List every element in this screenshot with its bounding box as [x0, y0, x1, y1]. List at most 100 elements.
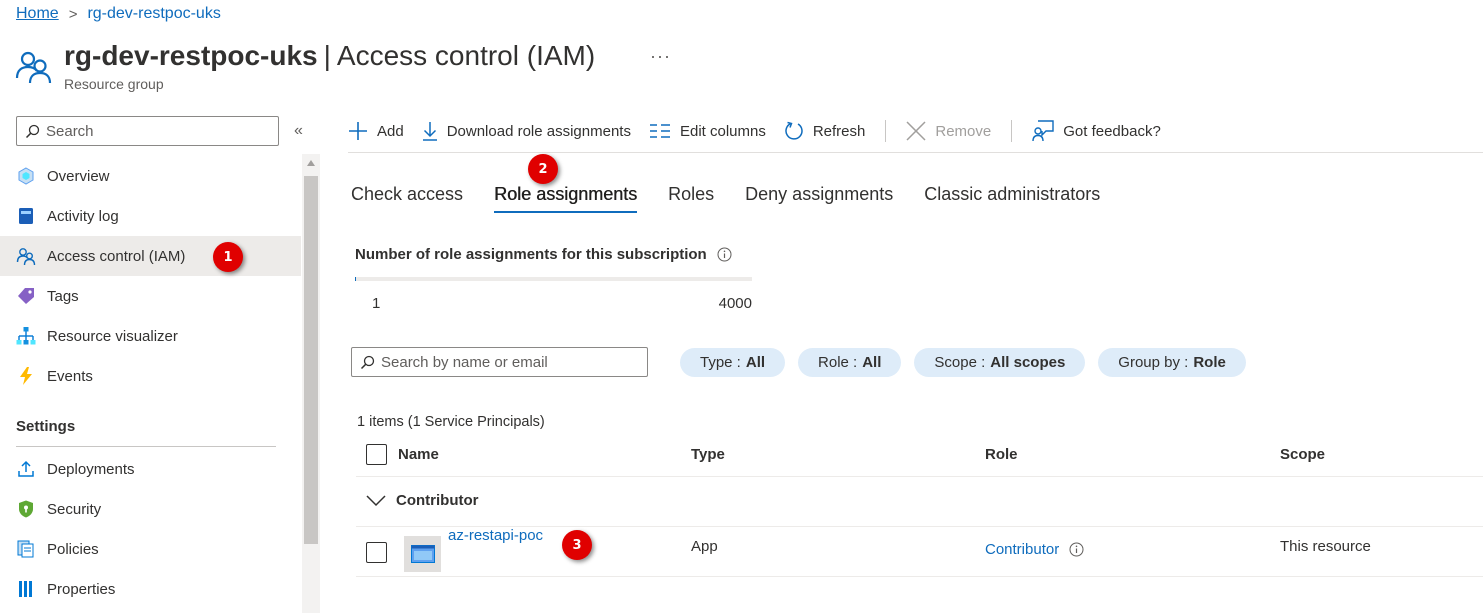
annotation-badge-3: 3 — [562, 530, 592, 560]
policy-icon — [16, 539, 36, 559]
sidebar-menu: Overview Activity log Access control (IA… — [0, 156, 301, 609]
tab-bar: Check access Role assignments Roles Deny… — [351, 184, 1131, 213]
properties-icon — [16, 579, 36, 599]
tab-check-access[interactable]: Check access — [351, 184, 463, 213]
column-header-name[interactable]: Name — [398, 446, 439, 463]
sidebar-item-label: Properties — [47, 580, 116, 598]
remove-button[interactable]: Remove — [906, 121, 991, 141]
activity-log-icon — [16, 206, 36, 226]
sidebar-divider — [16, 446, 276, 447]
sidebar: Search « Overview Activity log Access co… — [0, 108, 322, 613]
role-assignments-table: Name Type Role Scope Contributor az-rest… — [356, 432, 1483, 577]
lightning-icon — [16, 366, 36, 386]
feedback-button[interactable]: Got feedback? — [1032, 120, 1161, 142]
page-subtitle: Resource group — [64, 76, 164, 92]
role-filter-pill[interactable]: Role : All — [798, 348, 902, 377]
group-header-contributor[interactable]: Contributor — [366, 492, 478, 509]
sidebar-item-label: Deployments — [47, 460, 135, 478]
items-count: 1 items (1 Service Principals) — [357, 414, 545, 430]
type-filter-pill[interactable]: Type : All — [680, 348, 786, 377]
sidebar-item-security[interactable]: Security — [0, 489, 301, 529]
role-assignment-progress-bar — [355, 277, 752, 281]
more-options-button[interactable]: ··· — [650, 46, 671, 67]
sidebar-item-deployments[interactable]: Deployments — [0, 449, 301, 489]
page-header: rg-dev-restpoc-uks | Access control (IAM) … — [14, 38, 595, 92]
upload-icon — [16, 459, 36, 479]
chevron-down-icon — [366, 494, 386, 506]
table-group-row[interactable]: Contributor — [356, 477, 1483, 527]
column-header-scope[interactable]: Scope — [1280, 446, 1325, 463]
sidebar-item-resource-visualizer[interactable]: Resource visualizer — [0, 316, 301, 356]
search-placeholder: Search by name or email — [381, 353, 548, 371]
add-button[interactable]: Add — [348, 121, 404, 141]
sidebar-item-activity-log[interactable]: Activity log — [0, 196, 301, 236]
visualizer-icon — [16, 326, 36, 346]
refresh-button[interactable]: Refresh — [784, 121, 866, 141]
tag-icon — [16, 286, 36, 306]
sidebar-item-access-control[interactable]: Access control (IAM) 1 — [0, 236, 301, 276]
search-icon — [25, 124, 40, 138]
breadcrumb-home-link[interactable]: Home — [16, 5, 59, 23]
sidebar-item-label: Events — [47, 367, 93, 385]
role-link[interactable]: Contributor — [985, 541, 1059, 558]
sidebar-search-input[interactable]: Search — [16, 116, 279, 146]
info-icon[interactable] — [1069, 542, 1084, 557]
sidebar-item-label: Policies — [47, 540, 99, 558]
edit-columns-button[interactable]: Edit columns — [649, 123, 766, 140]
info-icon[interactable] — [717, 247, 732, 262]
sidebar-search-placeholder: Search — [46, 122, 94, 140]
annotation-badge-1: 1 — [213, 242, 243, 272]
row-checkbox[interactable] — [366, 542, 387, 563]
group-by-pill[interactable]: Group by : Role — [1098, 348, 1246, 377]
command-bar: Add Download role assignments Edit colum… — [348, 110, 1483, 153]
feedback-icon — [1032, 120, 1054, 142]
sidebar-item-tags[interactable]: Tags — [0, 276, 301, 316]
breadcrumb-current-link[interactable]: rg-dev-restpoc-uks — [87, 5, 220, 23]
shield-icon — [16, 499, 36, 519]
sidebar-item-policies[interactable]: Policies — [0, 529, 301, 569]
cell-role: Contributor — [985, 541, 1084, 558]
tab-deny-assignments[interactable]: Deny assignments — [745, 184, 893, 213]
iam-icon — [16, 246, 36, 266]
overview-icon — [16, 166, 36, 186]
table-header-row: Name Type Role Scope — [356, 432, 1483, 477]
column-header-type[interactable]: Type — [691, 446, 725, 463]
counter-current-value: 1 — [372, 295, 381, 312]
page-title: rg-dev-restpoc-uks | Access control (IAM) — [64, 40, 596, 71]
annotation-badge-2: 2 — [528, 154, 558, 184]
sidebar-item-properties[interactable]: Properties — [0, 569, 301, 609]
select-all-checkbox[interactable] — [366, 444, 387, 465]
cell-type: App — [691, 538, 718, 555]
sidebar-item-overview[interactable]: Overview — [0, 156, 301, 196]
download-role-assignments-button[interactable]: Download role assignments — [422, 121, 631, 141]
tab-classic-administrators[interactable]: Classic administrators — [924, 184, 1100, 213]
download-icon — [422, 122, 437, 141]
edit-columns-label: Edit columns — [679, 122, 766, 140]
tab-roles[interactable]: Roles — [668, 184, 714, 213]
collapse-sidebar-button[interactable]: « — [294, 122, 303, 140]
sidebar-item-label: Security — [47, 500, 102, 518]
sidebar-item-events[interactable]: Events — [0, 356, 301, 396]
sidebar-item-label: Overview — [47, 167, 110, 185]
close-icon — [906, 121, 926, 141]
group-label: Contributor — [396, 492, 479, 509]
add-button-label: Add — [377, 122, 404, 140]
scope-filter-pill[interactable]: Scope : All scopes — [914, 348, 1086, 377]
table-row[interactable]: az-restapi-poc 3 App Contributor This re… — [356, 527, 1483, 577]
sidebar-scrollbar[interactable] — [302, 154, 320, 613]
sidebar-item-label: Activity log — [47, 207, 119, 225]
search-icon — [360, 355, 375, 369]
app-registration-icon — [404, 536, 441, 572]
search-by-name-input[interactable]: Search by name or email — [351, 347, 648, 377]
tab-role-assignments[interactable]: Role assignments — [494, 184, 638, 213]
principal-name-link[interactable]: az-restapi-poc — [448, 527, 543, 544]
columns-icon — [649, 124, 670, 138]
scroll-up-arrow-icon[interactable] — [307, 160, 315, 166]
scrollbar-thumb[interactable] — [304, 176, 318, 544]
refresh-button-label: Refresh — [812, 122, 866, 140]
column-header-role[interactable]: Role — [985, 446, 1018, 463]
cell-scope: This resource — [1280, 538, 1371, 555]
remove-button-label: Remove — [935, 122, 992, 140]
counter-max-value: 4000 — [718, 295, 752, 312]
toolbar-divider — [885, 120, 887, 142]
